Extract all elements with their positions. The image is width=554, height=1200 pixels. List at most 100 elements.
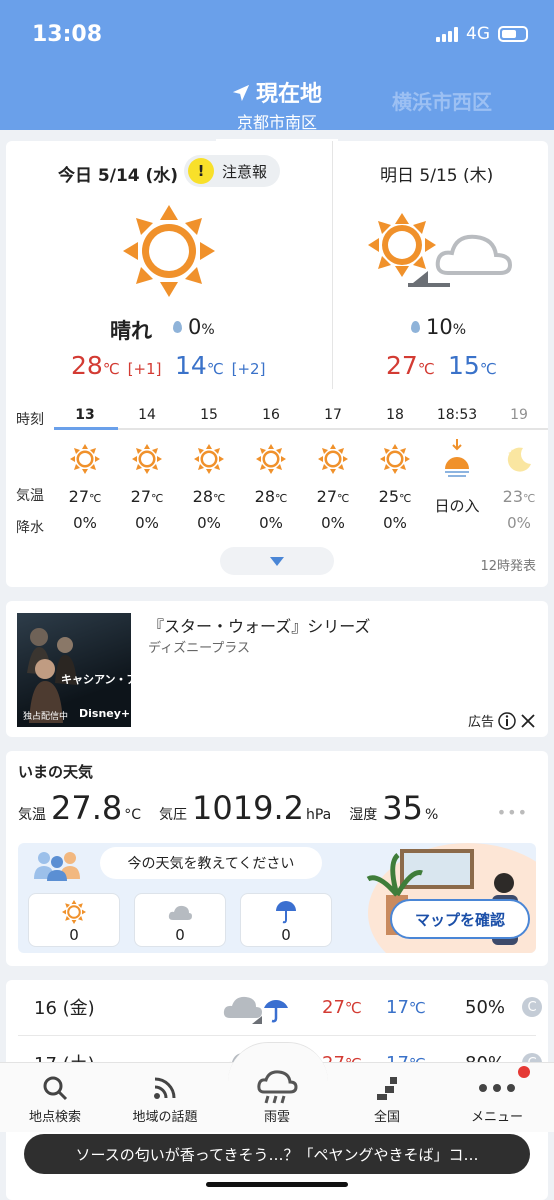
tomorrow-low-value: 15 <box>448 351 480 380</box>
sun-icon <box>364 437 426 481</box>
sun-icon <box>123 205 215 297</box>
raindrop-icon <box>173 321 182 333</box>
tab-current-location[interactable]: 現在地 京都市南区 <box>216 76 338 142</box>
report-count: 0 <box>69 926 79 944</box>
hour-temp: 28℃ <box>254 487 288 506</box>
japan-map-icon <box>377 1077 397 1100</box>
nav-local-topics[interactable]: 地域の話題 <box>120 1070 210 1125</box>
hour-label: 14 <box>138 407 156 423</box>
report-sun-button[interactable]: 0 <box>28 893 120 947</box>
nav-nationwide-label: 全国 <box>373 1110 400 1125</box>
hour-label: 17 <box>324 407 342 423</box>
row-label-temp: 気温 <box>16 488 44 504</box>
location-arrow-icon <box>232 84 250 102</box>
alert-badge[interactable]: ! 注意報 <box>184 155 280 187</box>
weather-report-panel: 今の天気を教えてください マップを確認 0 0 0 <box>18 843 536 953</box>
hour-precip: 0% <box>73 514 97 532</box>
moon-icon <box>488 437 550 481</box>
hour-precip: 日の入 <box>434 497 480 515</box>
today-date: 今日 5/14 (水) <box>58 166 179 186</box>
raindrop-icon <box>411 321 420 333</box>
map-button[interactable]: マップを確認 <box>390 899 530 939</box>
sun-icon <box>302 437 364 481</box>
hour-temp: 27℃ <box>130 487 164 506</box>
divider <box>332 141 333 389</box>
pressure-value: 1019.2 <box>192 789 304 827</box>
ad-label-text: 広告 <box>467 715 494 730</box>
ad-card[interactable]: キャシアン・アンドー 独占配信中 Disney+ 『スター・ウォーズ』シリーズ … <box>6 601 548 737</box>
today-rain-unit: % <box>201 322 215 338</box>
ad-image-badge: 独占配信中 <box>23 712 69 722</box>
pressure-label: 気圧 <box>159 807 188 823</box>
news-ticker[interactable]: ソースの匂いが香ってきそう…？「ペヤングやきそば」コ… <box>24 1134 530 1174</box>
weekly-low: 17℃ <box>386 996 426 1018</box>
hour-label: 19 <box>510 407 528 423</box>
today-high-value: 28 <box>71 351 103 380</box>
today-rain-value: 0 <box>188 315 202 339</box>
rain-cloud-icon <box>257 1070 298 1104</box>
report-cloud-button[interactable]: 0 <box>134 893 226 947</box>
tomorrow-low: 15℃ <box>448 351 497 380</box>
sun-icon <box>178 437 240 481</box>
search-icon <box>43 1076 68 1101</box>
temp-label: 気温 <box>18 807 46 823</box>
hour-column: 14 27℃ 0% <box>116 407 178 532</box>
status-time: 13:08 <box>32 22 103 47</box>
chevron-down-icon <box>270 556 284 566</box>
hour-label: 16 <box>262 407 280 423</box>
today-low-value: 14 <box>175 351 207 380</box>
home-indicator[interactable] <box>206 1182 348 1187</box>
sunset-icon <box>426 429 488 489</box>
nav-search[interactable]: 地点検索 <box>10 1070 100 1125</box>
sun-icon <box>29 898 119 926</box>
tab-yokohama[interactable]: 横浜市西区 <box>392 86 492 115</box>
hour-temp: 25℃ <box>378 487 412 506</box>
hour-label: 13 <box>75 407 95 423</box>
hour-column: 19 23℃ 0% <box>488 407 550 532</box>
tomorrow-rain-unit: % <box>452 322 467 338</box>
umbrella-icon <box>241 898 331 926</box>
cloud-rain-icon <box>223 996 288 1024</box>
hour-label: 18:53 <box>436 407 478 423</box>
close-icon[interactable] <box>520 713 536 729</box>
hour-label: 18 <box>386 407 404 423</box>
sun-icon <box>116 437 178 481</box>
today-rain: 0% <box>173 315 215 339</box>
hour-column: 16 28℃ 0% <box>240 407 302 532</box>
nav-menu-label: メニュー <box>470 1110 523 1125</box>
tomorrow-date: 明日 5/15 (木) <box>380 166 494 186</box>
temp-unit: ℃ <box>479 360 497 378</box>
weekly-row[interactable]: 16 (金) 27℃ 17℃ 50% C <box>6 980 548 1034</box>
weekly-confidence-icon: C <box>522 997 542 1017</box>
nav-rain-cloud[interactable]: 雨雲 <box>232 1070 322 1125</box>
more-options-icon[interactable]: ••• <box>497 803 528 822</box>
observations: 気温 27.8 °C 気圧 1019.2 hPa 湿度 35% <box>18 789 456 827</box>
info-icon[interactable] <box>498 711 516 730</box>
report-prompt: 今の天気を教えてください <box>100 847 322 879</box>
hour-column: 18 25℃ 0% <box>364 407 426 532</box>
hour-precip: 0% <box>507 514 531 532</box>
current-weather-card: いまの天気 気温 27.8 °C 気圧 1019.2 hPa 湿度 35% ••• 今の天… <box>6 751 548 966</box>
ad-subtitle: ディズニープラス <box>148 641 251 656</box>
section-title: いまの天気 <box>18 763 94 781</box>
ad-image[interactable]: キャシアン・アンドー 独占配信中 Disney+ <box>17 613 131 727</box>
battery-icon <box>498 26 528 42</box>
row-label-time: 時刻 <box>16 412 44 428</box>
header: 13:08 4G 現在地 京都市南区 横浜市西区 <box>0 0 554 142</box>
ad-title[interactable]: 『スター・ウォーズ』シリーズ <box>148 613 370 637</box>
report-umbrella-button[interactable]: 0 <box>240 893 332 947</box>
hour-column: 17 27℃ 0% <box>302 407 364 532</box>
row-label-precip: 降水 <box>16 520 44 536</box>
tab-current-label: 現在地 <box>255 82 322 107</box>
today-high-diff: [+1] <box>127 360 162 378</box>
nav-nationwide[interactable]: 全国 <box>342 1070 432 1125</box>
hour-temp: 27℃ <box>68 487 102 506</box>
sun-icon <box>54 437 116 481</box>
alert-label: 注意報 <box>222 162 268 181</box>
hour-label: 15 <box>200 407 218 423</box>
tomorrow-high-value: 27 <box>386 351 418 380</box>
ad-image-brand: Disney+ <box>79 707 131 720</box>
cloud-icon <box>135 898 225 926</box>
nav-menu[interactable]: メニュー <box>452 1070 542 1125</box>
expand-button[interactable] <box>220 547 334 575</box>
